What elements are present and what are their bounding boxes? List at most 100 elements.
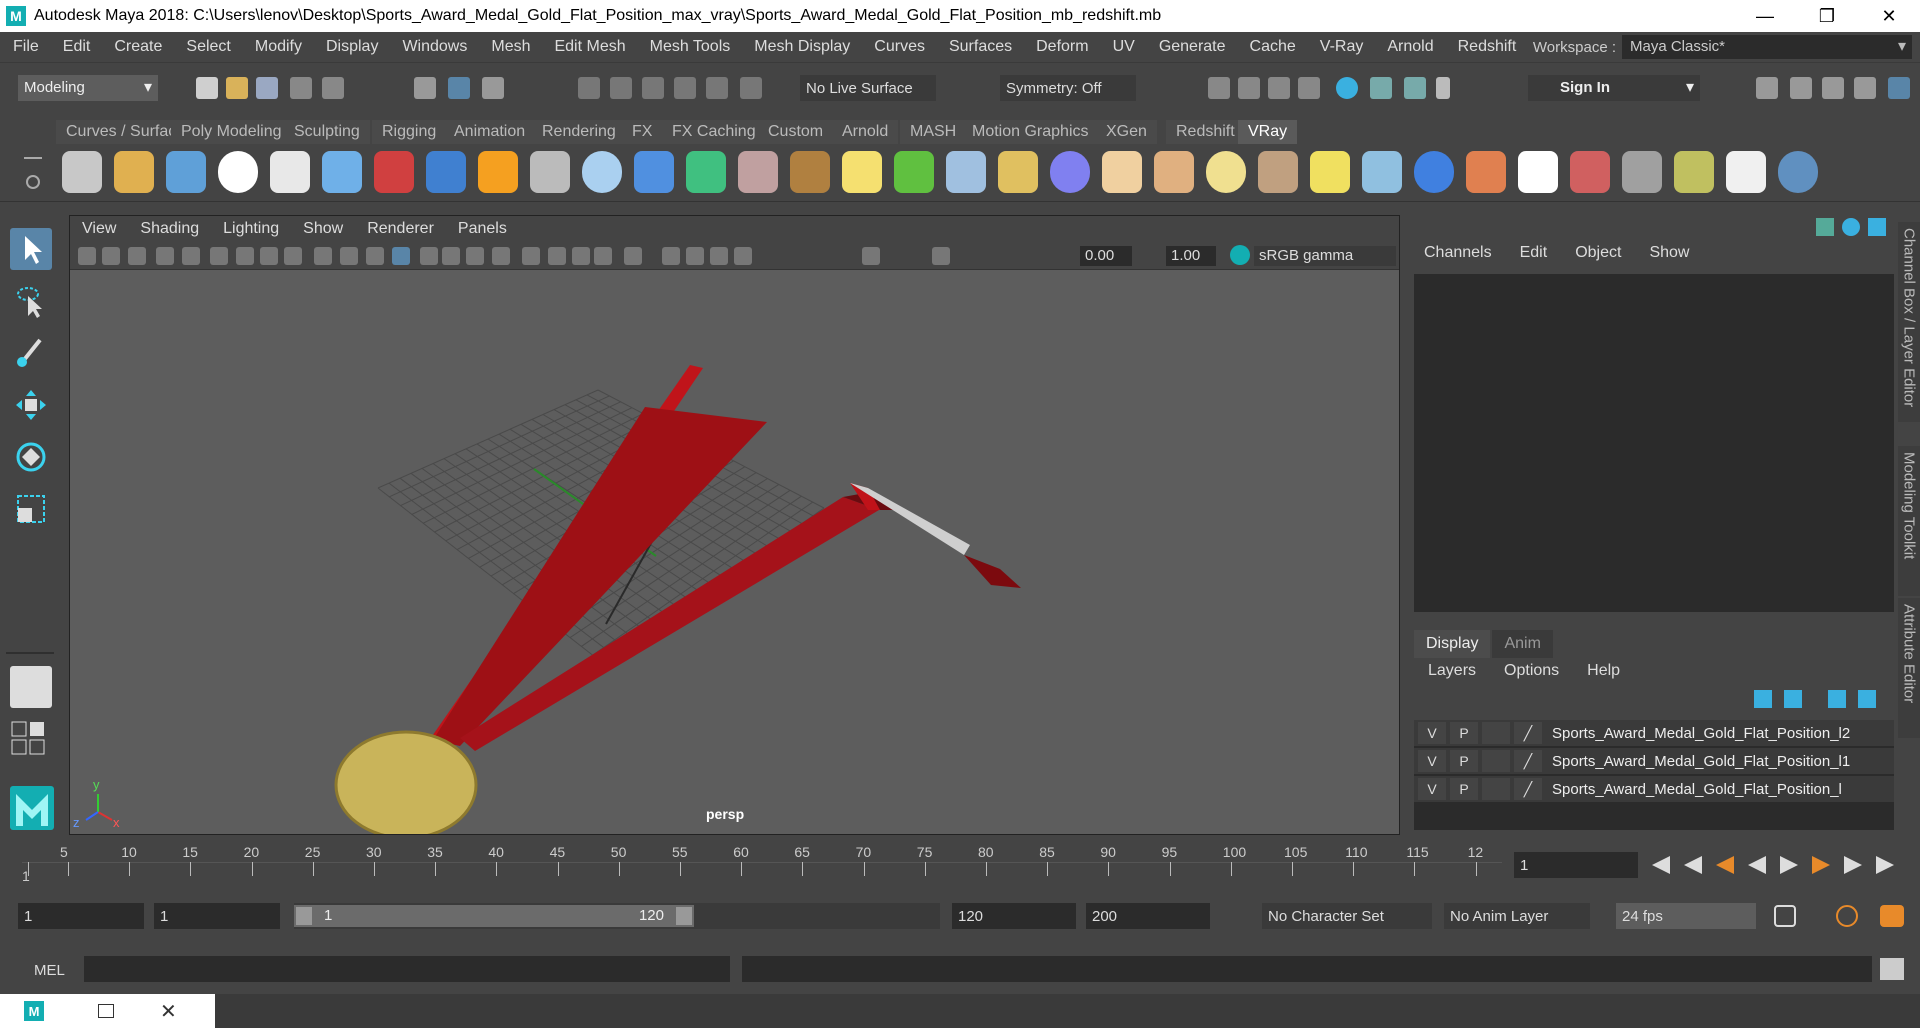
anim-layer-dropdown[interactable]: No Anim Layer: [1444, 903, 1590, 929]
side-tab-channel-box-layer-editor[interactable]: Channel Box / Layer Editor: [1898, 222, 1920, 422]
open-scene-icon[interactable]: [226, 77, 248, 99]
layer-row[interactable]: V P ╱ Sports_Award_Medal_Gold_Flat_Position…: [1414, 776, 1894, 802]
playback-start-field[interactable]: 1: [154, 903, 280, 929]
single-perspective-layout-icon[interactable]: [10, 666, 52, 708]
maya-window-icon[interactable]: M: [24, 1001, 44, 1021]
gamma-field[interactable]: 1.00: [1166, 246, 1216, 266]
grid-toggle-icon[interactable]: [182, 247, 200, 265]
script-editor-icon[interactable]: [1880, 958, 1904, 980]
shelf-tab-custom[interactable]: Custom: [758, 120, 834, 144]
layer-color-icon[interactable]: ╱: [1514, 722, 1542, 744]
layer-tab-anim[interactable]: Anim: [1492, 630, 1553, 658]
loop-toggle-icon[interactable]: [1774, 905, 1796, 927]
layer-row[interactable]: V P ╱ Sports_Award_Medal_Gold_Flat_Position…: [1414, 720, 1894, 746]
render-view-icon[interactable]: [1208, 77, 1230, 99]
xray-active-icon[interactable]: [686, 247, 704, 265]
hypershade-icon[interactable]: [1336, 77, 1358, 99]
toggle-modeling-toolkit-icon[interactable]: [1756, 77, 1778, 99]
vray-vfb-icon[interactable]: [1570, 151, 1610, 193]
channel-box-expand-icon[interactable]: [1868, 218, 1886, 236]
side-tab-modeling-toolkit[interactable]: Modeling Toolkit: [1898, 446, 1920, 596]
shelf-tab-arnold[interactable]: Arnold: [832, 120, 899, 144]
vray-logo-icon[interactable]: [218, 151, 258, 193]
vray-table-icon[interactable]: [1622, 151, 1662, 193]
vray-mtl-sphere-icon[interactable]: [1414, 151, 1454, 193]
select-object-icon[interactable]: [448, 77, 470, 99]
time-ruler[interactable]: 1 5 10 15 20 25 30 35 40 45 50 55 60 65 70 75 80 85 90 95 10…: [22, 844, 1502, 884]
layer-visibility-toggle[interactable]: V: [1418, 750, 1446, 772]
vray-fire-icon[interactable]: [478, 151, 518, 193]
viewport-menu-lighting[interactable]: Lighting: [211, 220, 291, 238]
sign-in-dropdown[interactable]: Sign In: [1528, 75, 1700, 101]
menu-generate[interactable]: Generate: [1146, 38, 1237, 56]
maximize-icon[interactable]: [98, 1004, 114, 1018]
vray-light-lister-icon[interactable]: [1674, 151, 1714, 193]
vray-cone-icon[interactable]: [634, 151, 674, 193]
layer-menu-help[interactable]: Help: [1569, 662, 1630, 680]
shelf-tab-fx[interactable]: FX: [622, 120, 663, 144]
layer-color-icon[interactable]: ╱: [1514, 778, 1542, 800]
layer-color-icon[interactable]: ╱: [1514, 750, 1542, 772]
restore-button[interactable]: ❐: [1796, 0, 1858, 32]
ipr-render-icon[interactable]: [1268, 77, 1290, 99]
rs-ipr-icon[interactable]: [1404, 77, 1426, 99]
image-plane-icon[interactable]: [156, 247, 174, 265]
layer-menu-layers[interactable]: Layers: [1410, 662, 1486, 680]
viewport-menu-panels[interactable]: Panels: [446, 220, 519, 238]
viewport-menu-renderer[interactable]: Renderer: [355, 220, 446, 238]
shelf-menu-icon[interactable]: [24, 157, 42, 159]
playback-end-field[interactable]: 120: [952, 903, 1076, 929]
command-input[interactable]: [84, 956, 730, 982]
undo-icon[interactable]: [290, 77, 312, 99]
symmetry-field[interactable]: Symmetry: Off: [1000, 75, 1136, 101]
anti-aliasing-icon[interactable]: [594, 247, 612, 265]
menu-set-dropdown[interactable]: Modeling: [18, 75, 158, 101]
snap-grid-icon[interactable]: [578, 77, 600, 99]
vray-curve-icon[interactable]: [998, 151, 1038, 193]
go-to-start-icon[interactable]: [1652, 856, 1670, 874]
menu-create[interactable]: Create: [101, 38, 173, 56]
vray-sphere-light-icon[interactable]: [1206, 151, 1246, 193]
menu-edit-mesh[interactable]: Edit Mesh: [541, 38, 636, 56]
view-transform-dropdown[interactable]: sRGB gamma: [1254, 246, 1396, 266]
layer-visibility-toggle[interactable]: V: [1418, 778, 1446, 800]
snap-curve-icon[interactable]: [610, 77, 632, 99]
toggle-channel-box-icon[interactable]: [1888, 77, 1910, 99]
range-start-handle[interactable]: [296, 907, 312, 925]
vray-camera-icon[interactable]: [374, 151, 414, 193]
time-slider[interactable]: 1 5 10 15 20 25 30 35 40 45 50 55 60 65 70 75 80 85 90 95 10…: [0, 840, 1920, 890]
viewport-menu-shading[interactable]: Shading: [128, 220, 211, 238]
shelf-tab-rendering[interactable]: Rendering: [532, 120, 626, 144]
minimize-button[interactable]: —: [1734, 0, 1796, 32]
menu-edit[interactable]: Edit: [50, 38, 102, 56]
vray-proxy-icon[interactable]: [530, 151, 570, 193]
new-layer-from-selected-icon[interactable]: [1858, 690, 1876, 708]
channel-menu-object[interactable]: Object: [1561, 244, 1635, 262]
vray-cloud-icon[interactable]: [1726, 151, 1766, 193]
ambient-occlusion-icon[interactable]: [548, 247, 566, 265]
step-back-key-icon[interactable]: [1716, 856, 1734, 874]
menu-arnold[interactable]: Arnold: [1374, 38, 1444, 56]
layer-visibility-toggle[interactable]: V: [1418, 722, 1446, 744]
paint-select-tool-icon[interactable]: [10, 332, 52, 374]
viewport-menu-show[interactable]: Show: [291, 220, 355, 238]
vray-help-icon[interactable]: [1778, 151, 1818, 193]
lasso-tool-icon[interactable]: [10, 280, 52, 322]
vray-light-dome-icon[interactable]: [322, 151, 362, 193]
minimized-window[interactable]: M ✕: [0, 994, 215, 1028]
maya-home-icon[interactable]: [10, 786, 54, 830]
menu-mesh-display[interactable]: Mesh Display: [741, 38, 861, 56]
shelf-tab-xgen[interactable]: XGen: [1096, 120, 1157, 144]
field-chart-icon[interactable]: [284, 247, 302, 265]
channel-box-pin-icon[interactable]: [1816, 218, 1834, 236]
channel-box-lock-icon[interactable]: [1842, 218, 1860, 236]
rs-render-view-icon[interactable]: [1370, 77, 1392, 99]
select-hierarchy-icon[interactable]: [414, 77, 436, 99]
exposure-icon[interactable]: [862, 247, 880, 265]
shelf-settings-gear-icon[interactable]: [26, 175, 40, 189]
step-forward-frame-icon[interactable]: [1844, 856, 1862, 874]
menu-modify[interactable]: Modify: [242, 38, 313, 56]
close-button[interactable]: ✕: [1858, 0, 1920, 32]
shelf-tab-redshift[interactable]: Redshift: [1166, 120, 1245, 144]
resolution-gate-icon[interactable]: [236, 247, 254, 265]
